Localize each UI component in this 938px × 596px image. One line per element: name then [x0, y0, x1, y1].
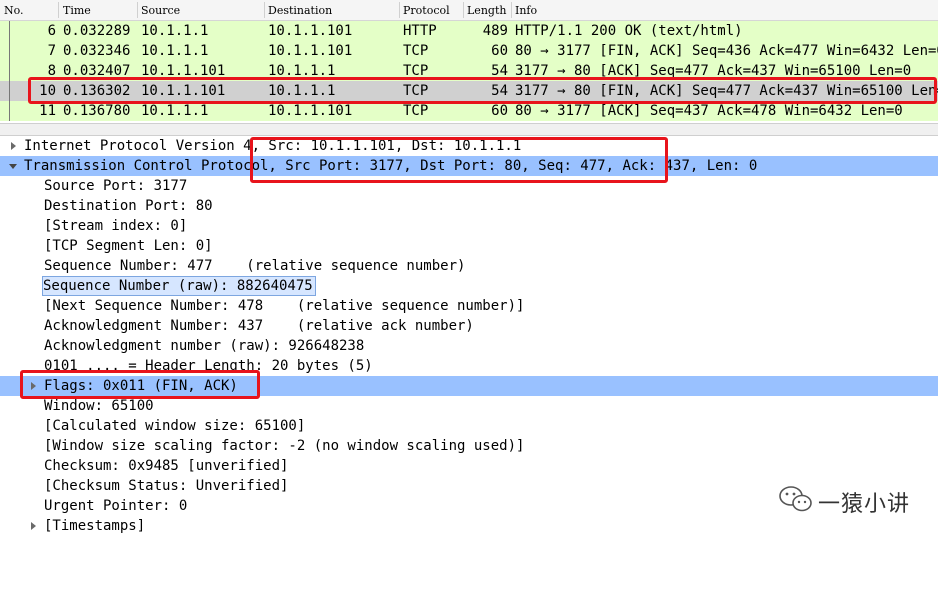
packet-protocol: HTTP — [403, 23, 437, 39]
column-protocol[interactable]: Protocol — [403, 4, 450, 17]
column-time[interactable]: Time — [63, 4, 91, 17]
tree-item-tcp[interactable]: Transmission Control Protocol, Src Port:… — [0, 156, 938, 176]
packet-protocol: TCP — [403, 63, 429, 79]
packet-length: 60 — [491, 103, 508, 119]
column-source[interactable]: Source — [141, 4, 180, 17]
packet-source: 10.1.1.101 — [141, 83, 226, 99]
field-header-length[interactable]: 0101 .... = Header Length: 20 bytes (5) — [0, 356, 938, 376]
column-length[interactable]: Length — [467, 4, 506, 17]
pane-splitter[interactable] — [0, 123, 938, 136]
field-window-scaling[interactable]: [Window size scaling factor: -2 (no wind… — [0, 436, 938, 456]
field-checksum[interactable]: Checksum: 0x9485 [unverified] — [0, 456, 938, 476]
tree-item-label: Internet Protocol Version 4, Src: 10.1.1… — [24, 138, 522, 154]
field-sequence-number[interactable]: Sequence Number: 477 (relative sequence … — [0, 256, 938, 276]
packet-info: 3177 → 80 [FIN, ACK] Seq=477 Ack=437 Win… — [515, 83, 938, 99]
tree-item-label: Transmission Control Protocol, Src Port:… — [24, 158, 758, 174]
tree-item-flags[interactable]: Flags: 0x011 (FIN, ACK) — [0, 376, 938, 396]
packet-time: 0.032289 — [63, 23, 131, 39]
expand-arrow-icon[interactable] — [11, 142, 16, 150]
field-ack-number[interactable]: Acknowledgment Number: 437 (relative ack… — [0, 316, 938, 336]
packet-protocol: TCP — [403, 103, 429, 119]
packet-info: 80 → 3177 [ACK] Seq=437 Ack=478 Win=6432… — [515, 103, 903, 119]
packet-length: 54 — [491, 83, 508, 99]
wechat-icon — [779, 486, 812, 512]
column-no[interactable]: No. — [4, 4, 24, 17]
field-next-sequence[interactable]: [Next Sequence Number: 478 (relative seq… — [0, 296, 938, 316]
packet-protocol: TCP — [403, 83, 429, 99]
packet-no: 10 — [39, 83, 56, 99]
packet-list[interactable]: No. Time Source Destination Protocol Len… — [0, 0, 938, 122]
packet-row[interactable]: 6 0.032289 10.1.1.1 10.1.1.101 HTTP 489 … — [0, 21, 938, 41]
packet-time: 0.032346 — [63, 43, 131, 59]
packet-destination: 10.1.1.101 — [268, 43, 353, 59]
packet-row[interactable]: 7 0.032346 10.1.1.1 10.1.1.101 TCP 60 80… — [0, 41, 938, 61]
packet-no: 8 — [47, 63, 56, 79]
packet-destination: 10.1.1.1 — [268, 63, 336, 79]
packet-info: 3177 → 80 [ACK] Seq=477 Ack=437 Win=6510… — [515, 63, 912, 79]
packet-row-selected[interactable]: 10 0.136302 10.1.1.101 10.1.1.1 TCP 54 3… — [0, 81, 938, 101]
collapse-arrow-icon[interactable] — [9, 164, 17, 169]
field-source-port[interactable]: Source Port: 3177 — [0, 176, 938, 196]
packet-time: 0.136780 — [63, 103, 131, 119]
packet-no: 7 — [47, 43, 56, 59]
expand-arrow-icon[interactable] — [31, 522, 36, 530]
packet-info: HTTP/1.1 200 OK (text/html) — [515, 23, 743, 39]
packet-source: 10.1.1.1 — [141, 43, 209, 59]
packet-destination: 10.1.1.101 — [268, 23, 353, 39]
watermark-text: 一猿小讲 — [818, 492, 911, 517]
packet-row[interactable]: 8 0.032407 10.1.1.101 10.1.1.1 TCP 54 31… — [0, 61, 938, 81]
expand-arrow-icon[interactable] — [31, 382, 36, 390]
packet-length: 60 — [491, 43, 508, 59]
packet-length: 489 — [482, 23, 508, 39]
field-window[interactable]: Window: 65100 — [0, 396, 938, 416]
packet-details[interactable]: Internet Protocol Version 4, Src: 10.1.1… — [0, 136, 938, 539]
packet-time: 0.136302 — [63, 83, 131, 99]
tree-item-ip[interactable]: Internet Protocol Version 4, Src: 10.1.1… — [0, 136, 938, 156]
packet-source: 10.1.1.1 — [141, 103, 209, 119]
packet-list-header: No. Time Source Destination Protocol Len… — [0, 0, 938, 21]
field-ack-raw[interactable]: Acknowledgment number (raw): 926648238 — [0, 336, 938, 356]
field-destination-port[interactable]: Destination Port: 80 — [0, 196, 938, 216]
packet-source: 10.1.1.101 — [141, 63, 226, 79]
packet-no: 6 — [47, 23, 56, 39]
packet-info: 80 → 3177 [FIN, ACK] Seq=436 Ack=477 Win… — [515, 43, 938, 59]
column-destination[interactable]: Destination — [268, 4, 332, 17]
packet-destination: 10.1.1.101 — [268, 103, 353, 119]
field-segment-len[interactable]: [TCP Segment Len: 0] — [0, 236, 938, 256]
packet-row[interactable]: 11 0.136780 10.1.1.1 10.1.1.101 TCP 60 8… — [0, 101, 938, 121]
field-calculated-window[interactable]: [Calculated window size: 65100] — [0, 416, 938, 436]
packet-time: 0.032407 — [63, 63, 131, 79]
packet-source: 10.1.1.1 — [141, 23, 209, 39]
tree-item-timestamps[interactable]: [Timestamps] — [0, 516, 938, 536]
packet-length: 54 — [491, 63, 508, 79]
packet-destination: 10.1.1.1 — [268, 83, 336, 99]
packet-no: 11 — [39, 103, 56, 119]
column-info[interactable]: Info — [515, 4, 537, 17]
field-sequence-raw[interactable]: Sequence Number (raw): 882640475 — [0, 276, 938, 296]
field-stream-index[interactable]: [Stream index: 0] — [0, 216, 938, 236]
watermark: 一猿小讲 — [778, 484, 909, 517]
packet-protocol: TCP — [403, 43, 429, 59]
